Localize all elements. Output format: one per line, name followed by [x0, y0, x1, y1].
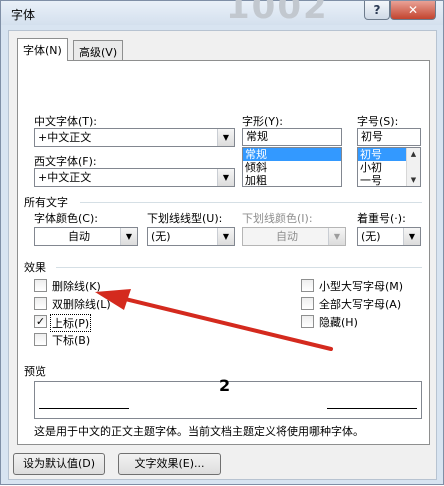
- scroll-down-icon[interactable]: ▼: [407, 174, 420, 186]
- font-color-value: 自动: [68, 230, 90, 243]
- tab-advanced[interactable]: 高级(V): [73, 40, 124, 61]
- dialog-client: 字体(N) 高级(V) 中文字体(T): +中文正文 ▼ 西文字体(F): +中…: [8, 30, 437, 480]
- emphasis-mark-label: 着重号(·):: [357, 212, 406, 225]
- small-caps-label[interactable]: 小型大写字母(M): [319, 278, 403, 294]
- all-caps-checkbox[interactable]: [301, 297, 314, 310]
- underline-color-select[interactable]: 自动 ▼: [242, 227, 346, 246]
- chinese-font-value: +中文正文: [38, 131, 92, 144]
- set-default-button[interactable]: 设为默认值(D): [13, 453, 105, 475]
- help-button[interactable]: ?: [364, 1, 390, 20]
- preview-header: 预览: [24, 365, 46, 378]
- title-bar[interactable]: 字体 1002 ? ✕: [1, 0, 443, 27]
- all-caps-label[interactable]: 全部大写字母(A): [319, 296, 401, 312]
- tab-font[interactable]: 字体(N): [17, 38, 68, 61]
- preview-baseline-right: [327, 408, 417, 409]
- font-style-label: 字形(Y):: [242, 115, 284, 128]
- subscript-label[interactable]: 下标(B): [52, 332, 90, 348]
- divider: [80, 202, 422, 203]
- preview-baseline-left: [39, 408, 129, 409]
- all-text-header: 所有文字: [24, 196, 68, 209]
- font-size-list[interactable]: 初号 小初 一号 ▲ ▼: [357, 147, 421, 187]
- divider: [56, 267, 422, 268]
- size-list-scrollbar[interactable]: ▲ ▼: [406, 148, 420, 186]
- background-number: 1002: [226, 0, 329, 27]
- chevron-down-icon[interactable]: ▼: [217, 169, 234, 186]
- preview-description: 这是用于中文的正文主题字体。当前文档主题定义将使用哪种字体。: [34, 425, 364, 438]
- superscript-checkbox[interactable]: ✓: [34, 315, 47, 328]
- emphasis-mark-select[interactable]: (无) ▼: [357, 227, 421, 246]
- western-font-select[interactable]: +中文正文 ▼: [34, 168, 235, 187]
- emphasis-mark-value: (无): [361, 230, 381, 243]
- window-title: 字体: [11, 8, 36, 22]
- font-color-label: 字体颜色(C):: [34, 212, 98, 225]
- chinese-font-select[interactable]: +中文正文 ▼: [34, 128, 235, 147]
- font-size-input[interactable]: 初号: [357, 128, 421, 146]
- close-button[interactable]: ✕: [390, 1, 436, 20]
- double-strikethrough-label[interactable]: 双删除线(L): [52, 296, 111, 312]
- underline-color-label: 下划线颜色(I):: [242, 212, 313, 225]
- underline-type-label: 下划线线型(U):: [147, 212, 223, 225]
- chevron-down-icon[interactable]: ▼: [217, 228, 234, 245]
- font-color-select[interactable]: 自动 ▼: [34, 227, 138, 246]
- chevron-down-icon[interactable]: ▼: [403, 228, 420, 245]
- font-size-label: 字号(S):: [357, 115, 399, 128]
- underline-color-value: 自动: [276, 230, 298, 243]
- font-tab-panel: 中文字体(T): +中文正文 ▼ 西文字体(F): +中文正文 ▼ 字形(Y):…: [17, 60, 430, 445]
- chevron-down-icon[interactable]: ▼: [217, 129, 234, 146]
- small-caps-checkbox[interactable]: [301, 279, 314, 292]
- chevron-down-icon[interactable]: ▼: [328, 228, 345, 245]
- preview-sample: 2: [219, 376, 231, 395]
- font-dialog: 字体 1002 ? ✕ 字体(N) 高级(V) 中文字体(T): +中文正文 ▼…: [0, 0, 444, 485]
- hidden-label[interactable]: 隐藏(H): [319, 314, 358, 330]
- font-style-list[interactable]: 常规 倾斜 加粗: [242, 147, 342, 187]
- western-font-value: +中文正文: [38, 171, 92, 184]
- list-item[interactable]: 加粗: [243, 174, 341, 186]
- hidden-checkbox[interactable]: [301, 315, 314, 328]
- chinese-font-label: 中文字体(T):: [34, 115, 98, 128]
- list-item[interactable]: 倾斜: [243, 161, 341, 174]
- underline-type-select[interactable]: (无) ▼: [147, 227, 235, 246]
- preview-box: 2: [34, 376, 422, 419]
- double-strikethrough-checkbox[interactable]: [34, 297, 47, 310]
- scroll-up-icon[interactable]: ▲: [407, 148, 420, 160]
- strikethrough-checkbox[interactable]: [34, 279, 47, 292]
- superscript-label[interactable]: 上标(P): [50, 314, 92, 332]
- effects-header: 效果: [24, 261, 46, 274]
- subscript-checkbox[interactable]: [34, 333, 47, 346]
- strikethrough-label[interactable]: 删除线(K): [52, 278, 101, 294]
- underline-type-value: (无): [151, 230, 171, 243]
- list-item[interactable]: 常规: [243, 148, 341, 161]
- chevron-down-icon[interactable]: ▼: [120, 228, 137, 245]
- font-style-input[interactable]: 常规: [242, 128, 342, 146]
- western-font-label: 西文字体(F):: [34, 155, 97, 168]
- text-effects-button[interactable]: 文字效果(E)...: [118, 453, 221, 475]
